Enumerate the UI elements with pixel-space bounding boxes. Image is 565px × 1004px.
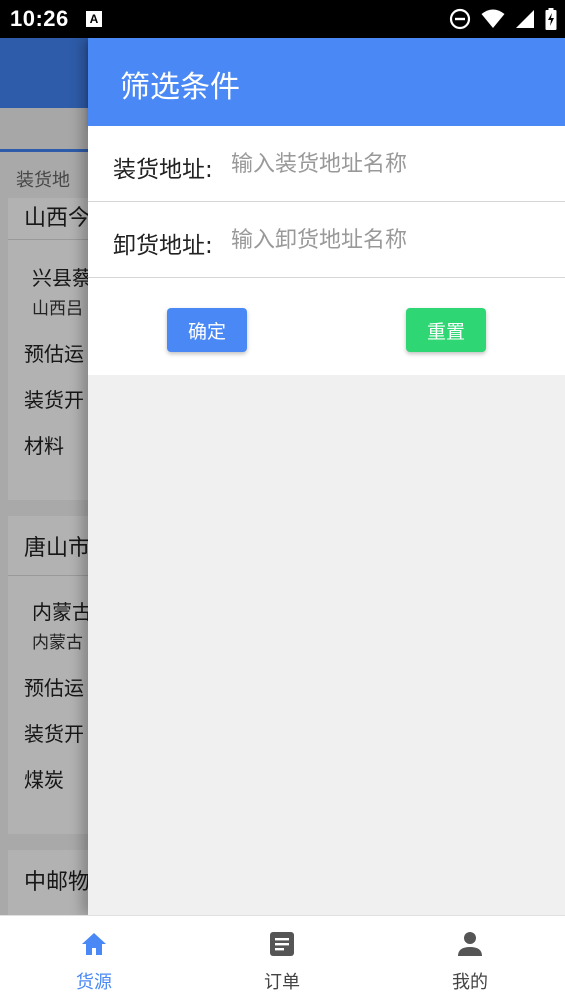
unload-address-label: 卸货地址: xyxy=(113,233,213,259)
status-time: 10:26 xyxy=(10,6,69,31)
drawer-title: 筛选条件 xyxy=(120,70,240,105)
unload-address-row: 卸货地址: xyxy=(88,202,565,278)
nav-item-source[interactable]: 货源 xyxy=(0,916,188,1004)
load-address-label: 装货地址: xyxy=(113,157,213,183)
filter-form: 装货地址: 卸货地址: 确定 重置 xyxy=(88,126,565,375)
drawer-header: 筛选条件 xyxy=(88,38,565,126)
reset-button[interactable]: 重置 xyxy=(406,308,486,352)
signal-icon xyxy=(516,10,534,28)
status-icons xyxy=(449,8,557,30)
filter-drawer: 筛选条件 装货地址: 卸货地址: 确定 重置 xyxy=(88,38,565,915)
battery-icon xyxy=(545,8,557,30)
bottom-nav: 货源 订单 我的 xyxy=(0,915,565,1004)
a-icon: A xyxy=(86,11,102,27)
confirm-button[interactable]: 确定 xyxy=(167,308,247,352)
document-icon xyxy=(270,932,294,956)
home-icon xyxy=(82,933,106,955)
status-bar: 10:26 A xyxy=(0,0,565,38)
nav-label: 我的 xyxy=(452,972,488,993)
do-not-disturb-icon xyxy=(449,8,471,30)
unload-address-input[interactable] xyxy=(231,218,551,262)
load-address-row: 装货地址: xyxy=(88,126,565,202)
person-icon xyxy=(458,932,482,956)
nav-label: 货源 xyxy=(76,972,112,993)
nav-item-mine[interactable]: 我的 xyxy=(376,916,564,1004)
nav-label: 订单 xyxy=(264,972,300,993)
nav-item-orders[interactable]: 订单 xyxy=(188,916,376,1004)
wifi-icon xyxy=(481,9,505,28)
load-address-input[interactable] xyxy=(231,142,551,186)
